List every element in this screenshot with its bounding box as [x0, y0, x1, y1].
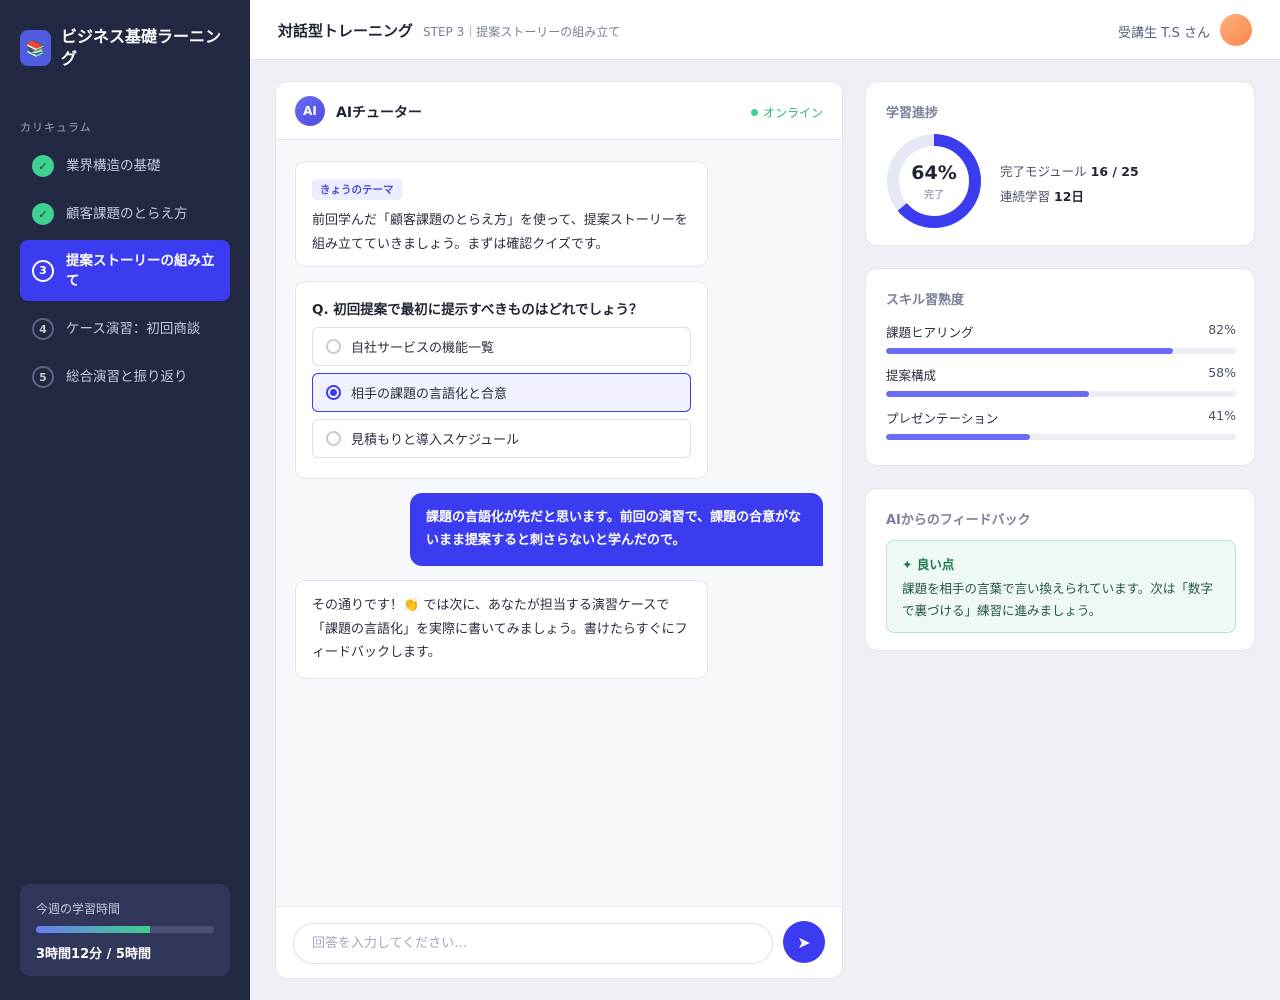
feedback-heading: ✦ 良い点 — [902, 557, 955, 572]
chat-panel: AI AIチューター オンライン きょうのテーマ 前回学んだ「顧客課題のとらえ方… — [275, 81, 843, 979]
skill-percent: 41% — [1208, 408, 1236, 423]
step-number-badge: 5 — [32, 366, 54, 388]
weekly-value: 3時間12分 / 5時間 — [36, 947, 151, 962]
sidebar-item-label: 業界構造の基礎 — [66, 158, 161, 174]
modules-label: 完了モジュール — [1000, 164, 1087, 179]
weekly-progress-bar — [36, 926, 214, 933]
chat-input-bar: ➤ — [276, 906, 842, 978]
radio-checked-icon[interactable] — [326, 385, 341, 400]
streak-value: 12日 — [1054, 189, 1084, 204]
card-title: スキル習熟度 — [886, 293, 965, 308]
sidebar-item-industry-structure[interactable]: ✓ 業界構造の基礎 — [20, 144, 230, 188]
step-number-badge: 4 — [32, 318, 54, 340]
skill-bar — [886, 391, 1236, 397]
streak-label: 連続学習 — [1000, 189, 1051, 204]
skill-name: プレゼンテーション — [886, 411, 999, 426]
ai-message-reply: その通りです！👏 では次に、あなたが担当する演習ケースで「課題の言語化」を実際に… — [295, 580, 708, 679]
quiz-option-selected[interactable]: 相手の課題の言語化と合意 — [312, 373, 691, 412]
sidebar-item-label: 総合演習と振り返り — [66, 369, 188, 385]
quiz-option[interactable]: 見積もりと導入スケジュール — [312, 419, 691, 458]
chat-header: AI AIチューター オンライン — [276, 82, 842, 140]
sidebar-item-final-review[interactable]: 5 総合演習と振り返り — [20, 355, 230, 399]
feedback-text: 課題を相手の言葉で言い換えられています。次は「数字で裏づける」練習に進みましょう… — [902, 581, 1213, 618]
sidebar-item-customer-issues[interactable]: ✓ 顧客課題のとらえ方 — [20, 192, 230, 236]
ai-tutor-name: AIチューター — [336, 105, 423, 121]
ai-feedback-card: AIからのフィードバック ✦ 良い点 課題を相手の言葉で言い換えられています。次… — [865, 488, 1255, 651]
brand-title: ビジネス基礎ラーニング — [61, 27, 222, 68]
progress-percent: 64% — [911, 161, 957, 184]
avatar[interactable] — [1220, 14, 1252, 46]
online-status: オンライン — [750, 104, 823, 121]
ai-avatar: AI — [295, 96, 325, 126]
skill-name: 提案構成 — [886, 368, 937, 383]
send-button[interactable]: ➤ — [783, 921, 825, 963]
skill-item: プレゼンテーション 41% — [886, 408, 1236, 440]
quiz-option[interactable]: 自社サービスの機能一覧 — [312, 327, 691, 366]
answer-input[interactable] — [293, 923, 773, 964]
online-dot-icon — [750, 109, 758, 116]
skill-bar-fill — [886, 434, 1030, 440]
radio-icon[interactable] — [326, 431, 341, 446]
sidebar-item-label: 顧客課題のとらえ方 — [66, 206, 188, 222]
modules-value: 16 / 25 — [1090, 164, 1139, 179]
skill-bar-fill — [886, 391, 1089, 397]
sidebar-item-proposal-story[interactable]: 3 提案ストーリーの組み立て — [20, 240, 230, 301]
modules-stat: 完了モジュール 16 / 25 — [1000, 161, 1139, 180]
skill-item: 提案構成 58% — [886, 365, 1236, 397]
quiz-option-label: 自社サービスの機能一覧 — [351, 341, 495, 356]
user-name: 受講生 T.S さん — [1117, 26, 1210, 41]
sidebar-item-label: 提案ストーリーの組み立て — [66, 252, 215, 289]
card-title: AIからのフィードバック — [886, 513, 1031, 528]
books-icon: 📚 — [20, 30, 51, 66]
sidebar-item-label: ケース演習：初回商談 — [66, 321, 201, 337]
user-message: 課題の言語化が先だと思います。前回の演習で、課題の合意がないまま提案すると刺さら… — [410, 493, 823, 566]
sidebar-item-case-exercise[interactable]: 4 ケース演習：初回商談 — [20, 307, 230, 351]
quiz-card: Q. 初回提案で最初に提示すべきものはどれでしょう？ 自社サービスの機能一覧 相… — [295, 281, 708, 479]
check-icon: ✓ — [32, 155, 54, 177]
breadcrumb: STEP 3｜提案ストーリーの組み立て — [423, 25, 621, 39]
feedback-box: ✦ 良い点 課題を相手の言葉で言い換えられています。次は「数字で裏づける」練習に… — [886, 540, 1236, 633]
skill-bar — [886, 348, 1236, 354]
progress-sub: 完了 — [924, 189, 944, 201]
check-icon: ✓ — [32, 203, 54, 225]
curriculum-nav: ✓ 業界構造の基礎 ✓ 顧客課題のとらえ方 3 提案ストーリーの組み立て 4 ケ… — [20, 144, 230, 403]
card-title: 学習進捗 — [886, 106, 939, 121]
skill-percent: 58% — [1208, 365, 1236, 380]
brand[interactable]: 📚 ビジネス基礎ラーニング — [20, 26, 235, 70]
skill-percent: 82% — [1208, 322, 1236, 337]
weekly-progress-fill — [36, 926, 150, 933]
weekly-study-time: 今週の学習時間 3時間12分 / 5時間 — [20, 884, 230, 976]
nav-heading: カリキュラム — [20, 121, 92, 134]
message-text: 前回学んだ「顧客課題のとらえ方」を使って、提案ストーリーを組み立てていきましょう… — [312, 213, 688, 252]
top-header: 対話型トレーニング STEP 3｜提案ストーリーの組み立て 受講生 T.S さん — [250, 0, 1280, 60]
page-title: 対話型トレーニング — [278, 22, 414, 40]
quiz-option-label: 相手の課題の言語化と合意 — [351, 387, 508, 402]
streak-stat: 連続学習 12日 — [1000, 186, 1084, 205]
sidebar: 📚 ビジネス基礎ラーニング カリキュラム ✓ 業界構造の基礎 ✓ 顧客課題のとら… — [0, 0, 250, 1000]
skill-bar — [886, 434, 1236, 440]
send-icon: ➤ — [797, 932, 811, 952]
skill-proficiency-card: スキル習熟度 課題ヒアリング 82% 提案構成 58% プレゼンテーション 41… — [865, 268, 1255, 466]
donut-center: 64% 完了 — [886, 133, 982, 229]
quiz-question: Q. 初回提案で最初に提示すべきものはどれでしょう？ — [312, 302, 643, 318]
skill-bar-fill — [886, 348, 1173, 354]
step-number-badge: 3 — [32, 259, 54, 282]
quiz-option-label: 見積もりと導入スケジュール — [351, 433, 520, 448]
skill-name: 課題ヒアリング — [886, 325, 974, 340]
ai-message-intro: きょうのテーマ 前回学んだ「顧客課題のとらえ方」を使って、提案ストーリーを組み立… — [295, 161, 708, 267]
skill-item: 課題ヒアリング 82% — [886, 322, 1236, 354]
radio-icon[interactable] — [326, 339, 341, 354]
online-status-label: オンライン — [762, 106, 823, 120]
learning-progress-card: 学習進捗 64% 完了 完了モジュール 16 / 25 連続学習 12日 — [865, 81, 1255, 246]
weekly-label: 今週の学習時間 — [36, 902, 121, 916]
theme-tag: きょうのテーマ — [312, 179, 402, 200]
